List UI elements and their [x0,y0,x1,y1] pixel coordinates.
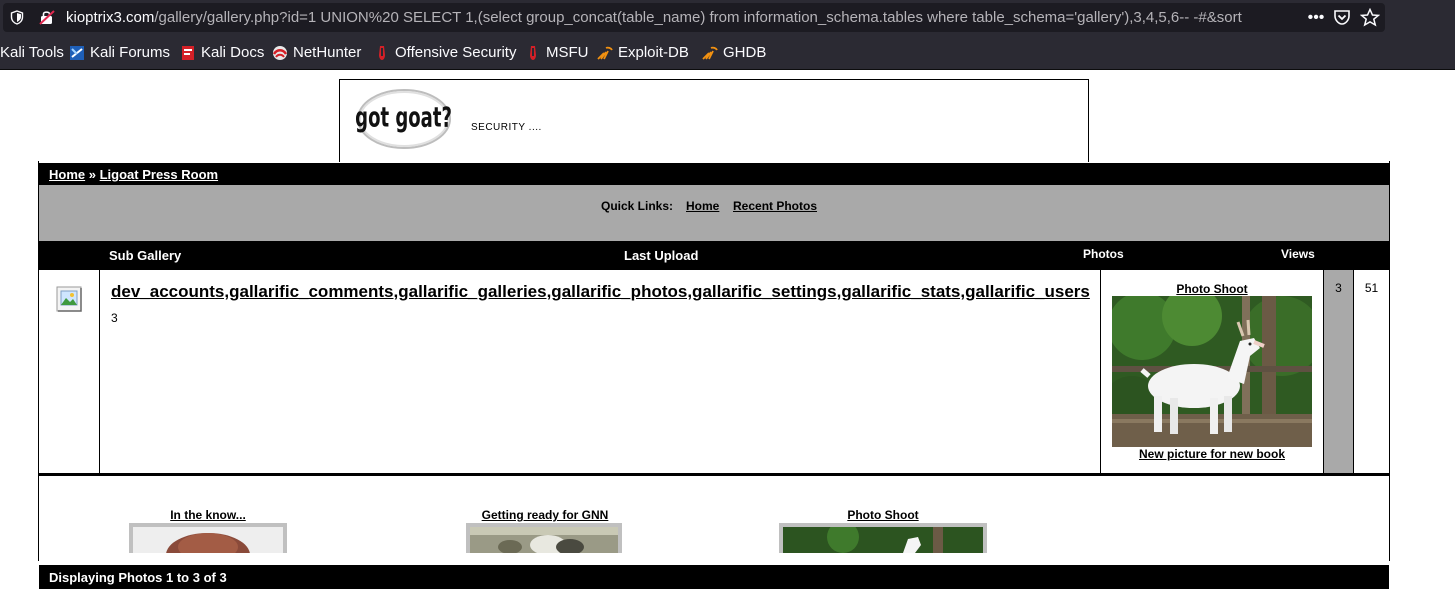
gallery-frame: Home » Ligoat Press Room Quick Links: Ho… [38,161,1390,589]
last-upload-caption-link[interactable]: Photo Shoot [1101,282,1323,296]
bookmarks-toolbar: Kali Tools Kali Forums Kali Docs NetHunt… [0,36,1455,70]
breadcrumb-home-link[interactable]: Home [49,167,85,182]
offsec-icon [379,46,385,60]
url-text[interactable]: kioptrix3.com/gallery/gallery.php?id=1 U… [66,3,1301,32]
photos-count-cell: 3 [1324,270,1354,473]
url-host: kioptrix3.com [66,9,155,26]
gallery-image-icon[interactable] [56,286,82,312]
last-upload-description-link[interactable]: New picture for new book [1101,447,1323,461]
bookmark-label: MSFU [546,44,589,61]
got-goat-logo[interactable]: got goat? [356,88,452,150]
breadcrumb-separator: » [88,167,96,182]
gallery-title-link[interactable]: dev_accounts,gallarific_comments,gallari… [111,282,1090,302]
site-header: got goat? SECURITY .... [339,79,1089,162]
col-views: Views [1281,247,1315,261]
goat-photo-thumb [783,521,983,553]
photo-count-bar: Displaying Photos 1 to 3 of 3 [39,565,1389,589]
col-last-upload: Last Upload [624,248,699,263]
quick-links-panel: Quick Links: Home Recent Photos [39,185,1389,242]
quick-links-label: Quick Links: [601,199,674,213]
breadcrumb-current-link[interactable]: Ligoat Press Room [100,167,218,182]
url-path: /gallery/gallery.php?id=1 UNION%20 SELEC… [154,9,1242,26]
logo-text: got goat? [356,102,452,134]
person-photo [133,527,283,577]
bookmark-label: Kali Tools [0,44,64,61]
goat-group-photo [470,527,618,555]
bookmark-label: Offensive Security [395,44,517,61]
exploitdb-icon [597,46,613,60]
gallery-table-header: Sub Gallery Last Upload Photos Views [39,241,1389,268]
quick-link-recent-photos[interactable]: Recent Photos [733,199,817,213]
thumbnail-label[interactable]: Photo Shoot [779,508,987,522]
views-count: 51 [1364,281,1379,295]
gallery-photo-count: 3 [111,311,118,325]
quick-link-home[interactable]: Home [686,199,719,213]
col-sub-gallery: Sub Gallery [109,248,182,263]
gallery-icon-cell [39,270,100,473]
bookmark-label: Kali Forums [90,44,171,61]
thumbnail-label[interactable]: In the know... [129,508,287,522]
shield-icon[interactable] [10,10,24,25]
thumbnail-item[interactable]: Photo Shoot [779,508,987,522]
bookmark-label: Kali Docs [201,44,265,61]
ghdb-icon [702,46,718,60]
photos-count: 3 [1335,281,1342,295]
gallery-title-cell: dev_accounts,gallarific_comments,gallari… [100,270,1101,473]
nethunter-icon [272,46,288,60]
bookmark-label: NetHunter [293,44,362,61]
thumbnail-item[interactable]: Getting ready for GNN [465,508,625,522]
pocket-icon[interactable] [1333,9,1351,26]
msfu-icon [530,46,536,60]
site-tagline: SECURITY .... [471,122,542,133]
url-fade [1261,3,1301,32]
col-photos: Photos [1083,247,1124,261]
insecure-lock-icon[interactable] [39,9,55,26]
goat-photo[interactable] [1112,296,1312,447]
bookmark-label: GHDB [723,44,767,61]
last-upload-cell: Photo Shoot New picture for new book [1101,270,1324,473]
kali-forums-icon [70,46,84,60]
photo-count-text: Displaying Photos 1 to 3 of 3 [49,570,227,585]
star-icon[interactable] [1360,8,1380,27]
bookmark-label: Exploit-DB [618,44,689,61]
address-toolbar: kioptrix3.com/gallery/gallery.php?id=1 U… [0,0,1455,36]
views-count-cell: 51 [1354,270,1389,473]
url-bar[interactable]: kioptrix3.com/gallery/gallery.php?id=1 U… [3,3,1385,32]
thumbnail-item[interactable]: In the know... [129,508,287,522]
kali-docs-icon [182,46,194,60]
web-page: got goat? SECURITY .... Home » Ligoat Pr… [0,70,1455,589]
table-row: dev_accounts,gallarific_comments,gallari… [39,268,1389,476]
breadcrumb: Home » Ligoat Press Room [39,163,1389,185]
thumbnail-label[interactable]: Getting ready for GNN [465,508,625,522]
more-icon[interactable]: ••• [1305,7,1327,28]
